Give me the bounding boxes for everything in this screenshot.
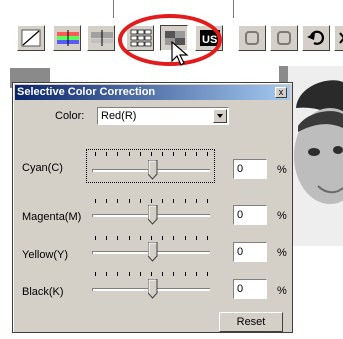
slider-tick [151,272,152,276]
slider-label: Black(K) [22,286,64,298]
slider-tick [151,152,152,156]
slider-thumb[interactable] [148,160,158,180]
slider-tick [162,272,164,276]
slider-tick [95,152,96,156]
slider-tick [173,152,175,156]
slider-ticks [95,272,208,277]
slider-label: Cyan(C) [22,162,63,174]
slider-tick [95,199,96,203]
percent-label: % [277,285,287,297]
slider-tick [139,272,141,276]
toolbar-divider [233,0,234,18]
slider-tick [151,199,152,203]
rotate-left-icon [245,31,259,45]
slider-tick [207,152,208,156]
preview-photo [288,66,343,246]
yellow-value-input[interactable]: 0 [233,242,267,262]
slider-thumb[interactable] [148,205,158,225]
slider-tick [195,236,197,240]
dialog-title: Selective Color Correction [17,86,156,98]
redo-icon [339,32,343,44]
color-balance-icon [57,30,79,46]
slider-row-magenta: Magenta(M) 0 % [13,196,292,230]
slider-row-cyan: Cyan(C) 0 % [13,149,292,183]
black-value-input[interactable]: 0 [233,279,267,299]
rotate-right-icon [277,31,291,45]
color-balance-button[interactable] [53,25,81,51]
slider-tick [106,199,108,203]
hue-saturation-button[interactable] [87,25,115,51]
slider-tick [173,236,175,240]
slider-tick [207,199,208,203]
slider-tick [117,236,119,240]
slider-thumb[interactable] [148,279,158,299]
slider-tick [139,236,141,240]
rotate-right-button[interactable] [270,25,298,51]
slider-tick [195,272,197,276]
hue-saturation-icon [91,30,113,46]
slider-row-black: Black(K) 0 % [13,269,292,303]
color-select-value: Red(R) [101,110,137,122]
slider-label: Magenta(M) [22,211,82,223]
slider-tick [128,236,130,240]
slider-tick [207,236,208,240]
slider-ticks [95,236,208,241]
slider-tick [117,199,119,203]
slider-tick [106,236,108,240]
slider-tick [173,272,175,276]
slider-tick [195,152,197,156]
close-button[interactable]: x [275,87,287,98]
slider-ticks [95,199,208,204]
slider-tick [128,199,130,203]
chevron-down-icon[interactable] [213,109,227,123]
slider-tick [95,236,96,240]
undo-icon [307,30,325,45]
slider-thumb[interactable] [148,242,158,262]
slider-tick [207,272,208,276]
slider-tick [151,236,152,240]
slider-tick [173,199,175,203]
redo-button[interactable] [334,25,343,51]
toolbar-divider [113,0,114,18]
mouse-cursor-icon [171,41,189,66]
slider-tick [162,152,164,156]
slider-ticks [95,152,208,157]
slider-tick [117,272,119,276]
slider-row-yellow: Yellow(Y) 0 % [13,233,292,267]
percent-label: % [277,247,287,259]
cyan-value-input[interactable]: 0 [233,159,267,179]
selective-color-dialog: Selective Color Correction x Color: Red(… [12,82,293,333]
slider-label: Yellow(Y) [22,249,69,261]
percent-label: % [277,210,287,222]
dialog-titlebar[interactable]: Selective Color Correction x [15,85,290,100]
tone-curve-icon [21,29,41,47]
slider-tick [106,272,108,276]
slider-tick [184,199,186,203]
slider-tick [195,199,197,203]
slider-tick [162,236,164,240]
reset-button[interactable]: Reset [219,312,283,332]
slider-tick [106,152,108,156]
undo-button[interactable] [302,25,330,51]
slider-tick [117,152,119,156]
color-select[interactable]: Red(R) [97,107,229,125]
slider-tick [139,199,141,203]
magenta-value-input[interactable]: 0 [233,205,267,225]
tone-curve-button[interactable] [17,25,45,51]
slider-tick [128,152,130,156]
slider-tick [162,199,164,203]
slider-tick [128,272,130,276]
slider-tick [184,272,186,276]
slider-tick [184,152,186,156]
toolbar: US [0,0,343,68]
slider-tick [139,152,141,156]
highlight-circle [118,14,222,66]
color-label: Color: [55,110,85,122]
rotate-left-button[interactable] [238,25,266,51]
slider-tick [184,236,186,240]
percent-label: % [277,164,287,176]
slider-tick [95,272,96,276]
